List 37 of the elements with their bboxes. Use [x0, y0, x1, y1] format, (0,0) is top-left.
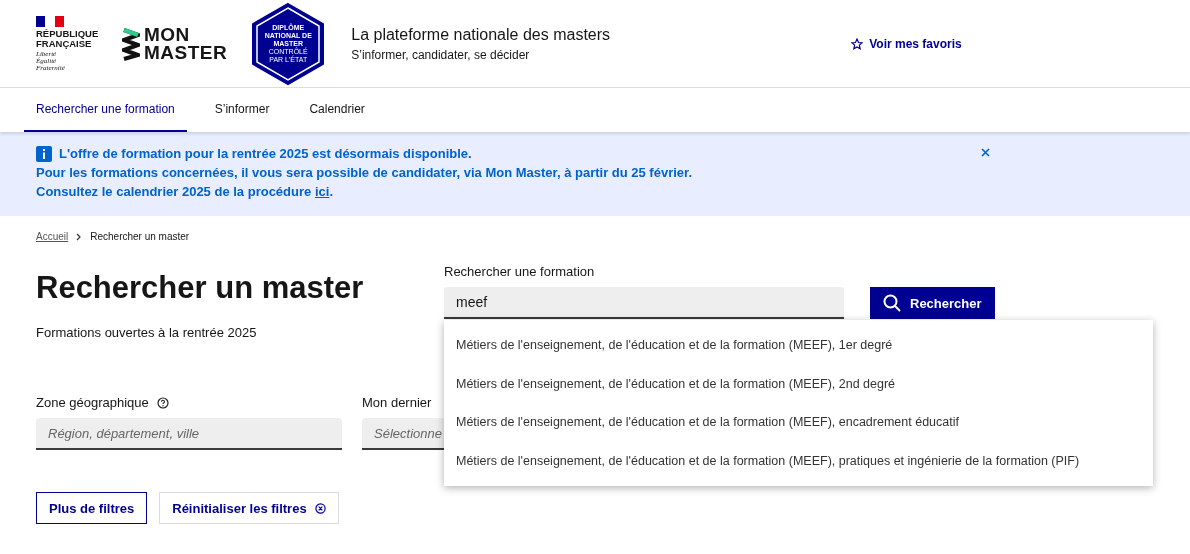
search-label: Rechercher une formation [444, 264, 596, 279]
close-icon[interactable] [981, 148, 990, 157]
notice-text: Consultez le calendrier 2025 de la procédure [36, 183, 312, 201]
filter-button[interactable]: Réinitialiser les filtres [159, 492, 339, 524]
site-tagline: S’informer, candidater, se décider [351, 47, 531, 62]
site-title: La plateforme nationale des masters [351, 25, 612, 44]
nav-tab[interactable]: S’informer [202, 88, 282, 132]
filter-label: Zone géographique [36, 395, 149, 410]
star-icon [851, 37, 864, 50]
filter-button[interactable]: Plus de filtres [36, 492, 148, 524]
breadcrumb-link[interactable]: Accueil [36, 231, 69, 242]
search-field[interactable]: meef [444, 287, 844, 319]
period: . [329, 183, 333, 201]
calendar-link[interactable]: ici [314, 182, 330, 201]
favorites-link[interactable]: Voir mes favoris [851, 36, 962, 51]
filter-label: Mon dernier [362, 395, 432, 410]
logo-text: MON MASTER [144, 25, 228, 62]
page-subtitle: Formations ouvertes à la rentrée 2025 [36, 325, 258, 340]
zigzag-icon [122, 26, 140, 61]
notice-text: L'offre de formation pour la rentrée 2025 est désormais disponible. [59, 145, 472, 163]
suggestion-item[interactable]: Métiers de l'enseignement, de l'éducation et de la formation (MEEF), 2nd degré [444, 364, 1153, 403]
clear-icon [314, 502, 326, 514]
nav-tab[interactable]: Calendrier [297, 88, 377, 132]
suggestion-item[interactable]: Métiers de l'enseignement, de l'éducation et de la formation (MEEF), pratiques et ingénierie de la formation (PIF) [444, 441, 1153, 480]
filter-field[interactable]: Région, département, ville [36, 418, 342, 450]
search-icon [883, 294, 901, 312]
suggestion-item[interactable]: Métiers de l'enseignement, de l'éducation et de la formation (MEEF), encadrement éducatif [444, 403, 1153, 442]
chevron-icon [76, 232, 83, 241]
notice-text: Pour les formations concernées, il vous sera possible de candidater, via Mon Master, à partir du 25 février. [36, 164, 693, 182]
flag-icon [36, 15, 64, 27]
republic-name: RÉPUBLIQUE FRANÇAISE [36, 28, 100, 49]
search-button[interactable]: Rechercher [870, 287, 995, 319]
page-title: Rechercher un master [36, 270, 365, 306]
suggestion-item[interactable]: Métiers de l'enseignement, de l'éducation et de la formation (MEEF), 1er degré [444, 326, 1153, 365]
help-icon[interactable] [156, 396, 169, 409]
info-icon [36, 145, 52, 162]
breadcrumb-current: Rechercher un master [90, 231, 190, 242]
